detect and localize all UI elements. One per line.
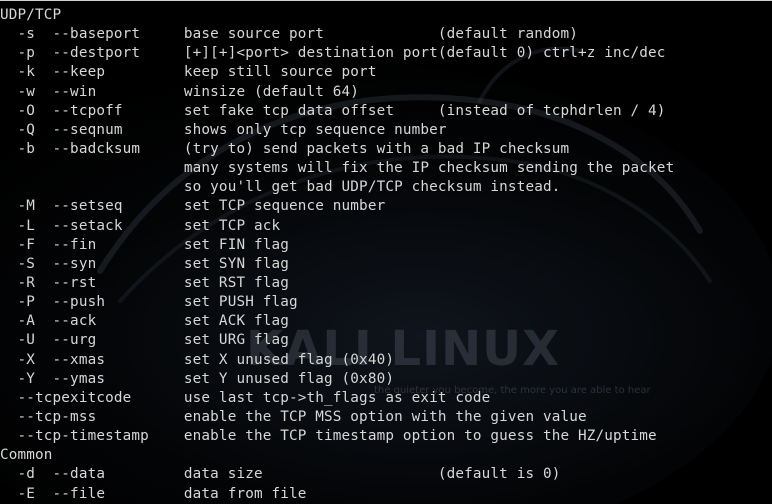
option-line-setack: -L --setack set TCP ack <box>0 217 281 234</box>
section-header-udp-tcp: UDP/TCP <box>0 7 62 23</box>
option-line-badcksum: -b --badcksum (try to) send packets with… <box>0 140 570 157</box>
option-line-push: -P --push set PUSH flag <box>0 294 298 311</box>
option-line-tcpoff: -O --tcpoff set fake tcp data offset (in… <box>0 102 666 119</box>
option-line-destport: -p --destport [+][+]<port> destination p… <box>0 45 666 62</box>
option-line-rst: -R --rst set RST flag <box>0 274 289 291</box>
option-line-ack: -A --ack set ACK flag <box>0 313 289 330</box>
option-line-file: -E --file data from file <box>0 485 307 502</box>
option-line-tcp-mss: --tcp-mss enable the TCP MSS option with… <box>0 408 587 425</box>
option-line-ymas: -Y --ymas set Y unused flag (0x80) <box>0 370 395 387</box>
option-line-urg: -U --urg set URG flag <box>0 332 289 349</box>
option-line-baseport: -s --baseport base source port (default … <box>0 26 578 43</box>
terminal-window[interactable]: KALI LINUX the quieter you become, the m… <box>0 0 772 504</box>
option-line-keep: -k --keep keep still source port <box>0 64 377 81</box>
terminal-output: UDP/TCP -s --baseport base source port (… <box>0 6 772 504</box>
option-line-syn: -S --syn set SYN flag <box>0 255 289 272</box>
option-line-seqnum: -Q --seqnum shows only tcp sequence numb… <box>0 121 447 138</box>
option-line-setseq: -M --setseq set TCP sequence number <box>0 198 386 215</box>
option-line-data: -d --data data size (default is 0) <box>0 466 561 483</box>
option-line-tcpexitcode: --tcpexitcode use last tcp->th_flags as … <box>0 389 491 406</box>
option-line-badcksum-continued-1: many systems will fix the IP checksum se… <box>0 160 675 177</box>
option-line-xmas: -X --xmas set X unused flag (0x40) <box>0 351 395 368</box>
option-line-win: -w --win winsize (default 64) <box>0 83 360 100</box>
section-header-common: Common <box>0 447 53 464</box>
option-line-fin: -F --fin set FIN flag <box>0 236 289 253</box>
option-line-tcp-timestamp: --tcp-timestamp enable the TCP timestamp… <box>0 428 657 445</box>
option-line-badcksum-continued-2: so you'll get bad UDP/TCP checksum inste… <box>0 179 561 196</box>
